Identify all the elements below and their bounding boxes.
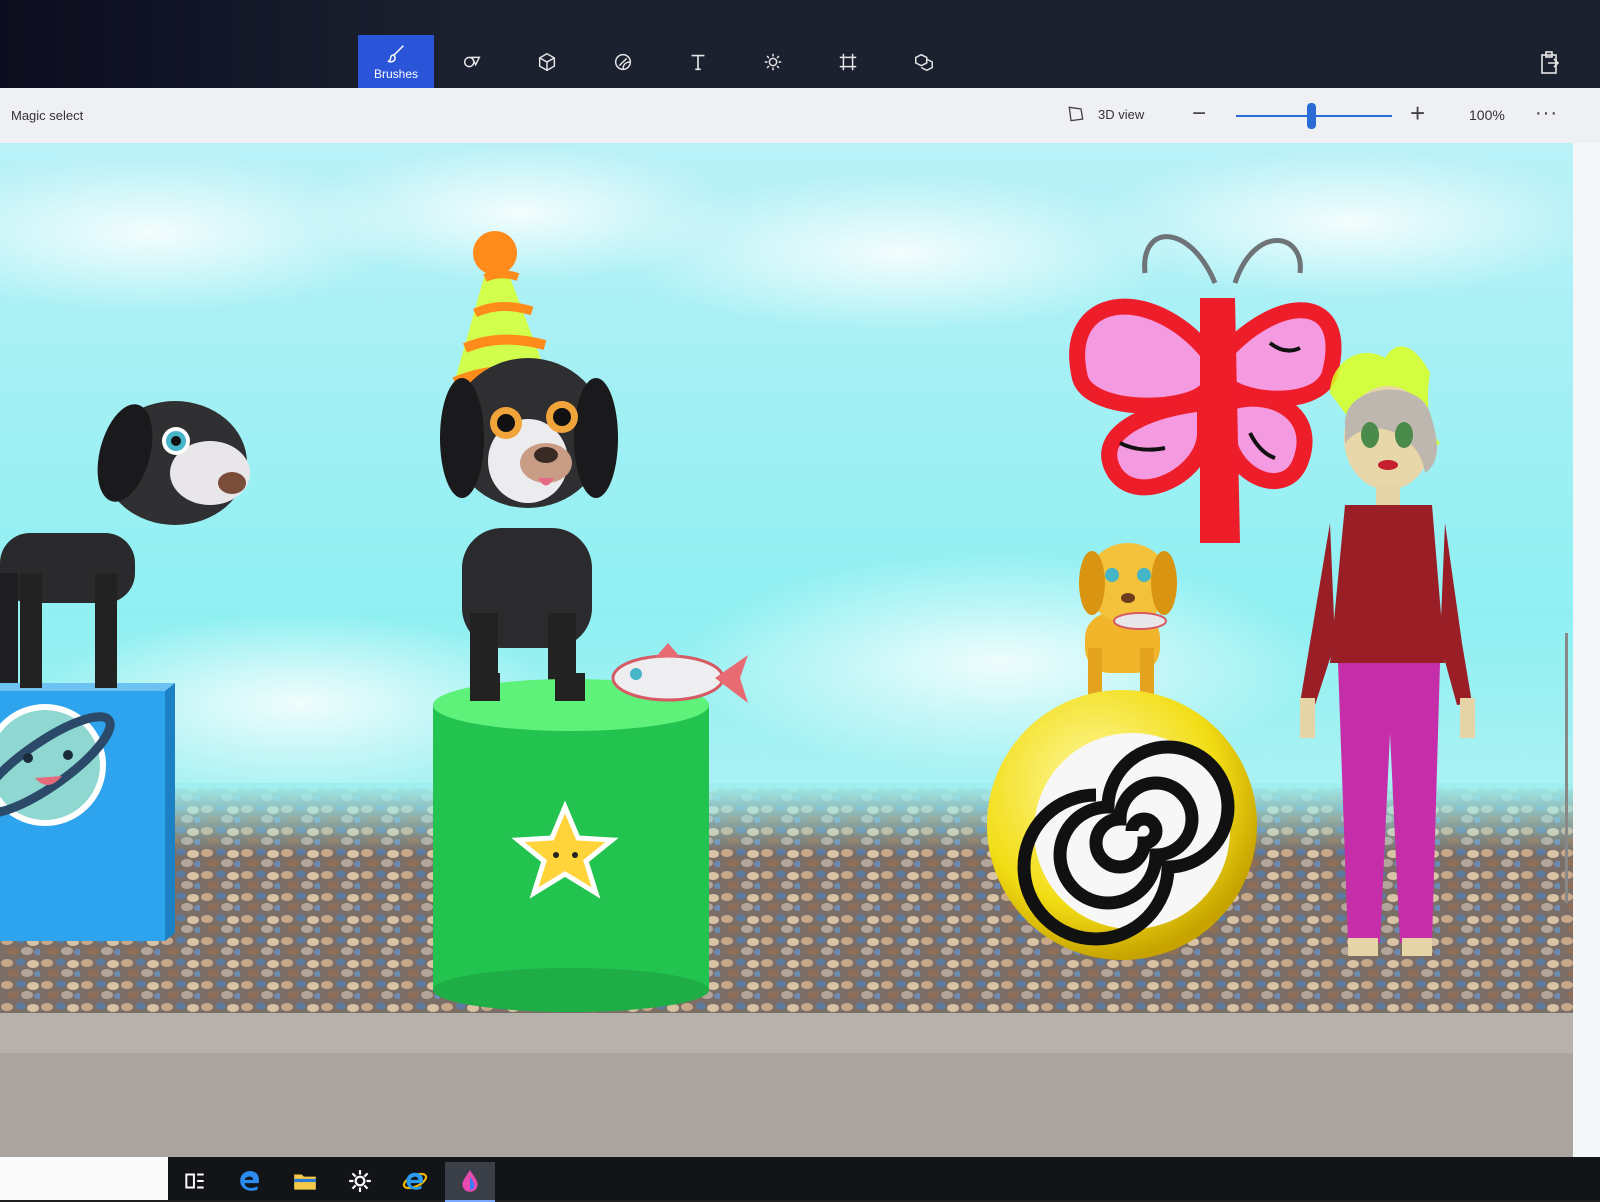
scene-illustration [0,143,1573,1157]
windows-taskbar [0,1157,1600,1202]
zoom-in-button[interactable]: + [1410,100,1425,126]
tool-text[interactable] [660,35,736,88]
vertical-scrollbar[interactable] [1565,633,1568,903]
brush-icon [387,44,404,63]
canvas-icon [839,53,857,70]
drawing-canvas[interactable] [0,143,1573,1157]
2d-shapes-icon [463,56,481,67]
paint3d-icon [462,1170,478,1192]
tool-label-brushes: Brushes [373,66,419,81]
tool-brushes[interactable]: Brushes [358,35,434,88]
zoom-out-button[interactable]: − [1192,102,1206,126]
taskbar-settings[interactable] [335,1162,385,1200]
settings-icon [349,1170,371,1192]
zoom-slider-thumb[interactable] [1307,103,1316,129]
tool-2d-shapes[interactable] [434,35,510,88]
file-explorer-icon [294,1174,316,1190]
internet-explorer-icon [402,1172,428,1190]
task-view-icon [185,1173,204,1189]
tool-3d-library[interactable] [886,35,962,88]
magic-select-button[interactable]: Magic select [11,108,83,123]
sub-toolbar: Magic select 3D view − + 100% ··· [0,88,1600,144]
3d-shapes-icon [538,52,556,71]
canvas-area [0,143,1600,1157]
text-icon [691,54,705,70]
3d-view-label: 3D view [1098,106,1145,122]
taskbar-search-box[interactable] [0,1157,168,1200]
taskbar-internet-explorer[interactable] [390,1162,440,1200]
taskbar-task-view[interactable] [170,1162,220,1200]
3d-library-icon [915,53,933,71]
stickers-icon [614,53,632,70]
tool-stickers[interactable] [585,35,661,88]
tool-canvas[interactable] [810,35,886,88]
top-toolbar: Brushes [0,0,1600,88]
edge-icon [240,1171,259,1191]
spiral-ball [987,690,1257,960]
more-options-button[interactable]: ··· [1535,102,1558,125]
taskbar-paint3d[interactable] [445,1162,495,1202]
taskbar-edge[interactable] [225,1162,275,1200]
paste-icon [1541,51,1560,74]
paste-button[interactable] [1538,50,1562,76]
tool-3d-shapes[interactable] [509,35,585,88]
3d-view-toggle[interactable]: 3D view [1066,104,1144,124]
tool-effects[interactable] [735,35,811,88]
side-panel-edge [1573,143,1600,1157]
zoom-value: 100% [1469,107,1505,123]
taskbar-file-explorer[interactable] [280,1162,330,1200]
3d-view-icon [1068,106,1084,122]
effects-icon [764,53,782,70]
